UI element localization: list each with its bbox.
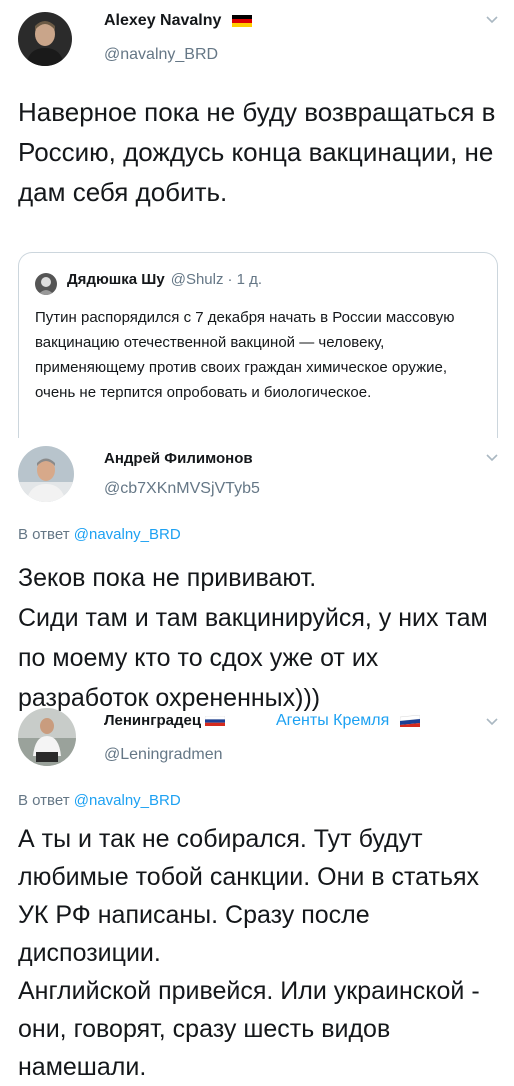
chevron-down-icon[interactable]	[484, 714, 500, 730]
tweet-text: А ты и так не собирался. Тут будут любим…	[18, 825, 480, 1081]
author-handle[interactable]: @Leningradmen	[104, 746, 223, 764]
avatar[interactable]	[18, 12, 72, 66]
author-name[interactable]: Alexey Navalny	[104, 12, 252, 30]
tweet-filimonov[interactable]: Андрей Филимонов @cb7XKnMVSjVTyb5 В отве…	[0, 440, 514, 712]
chevron-down-icon[interactable]	[484, 12, 500, 28]
quote-handle: @Shulz	[170, 271, 224, 288]
flag-russia-icon	[205, 716, 226, 727]
quoted-tweet[interactable]: Дядюшка Шу @Shulz · 1 д. Путин распорядилс…	[18, 252, 498, 438]
quote-author: Дядюшка Шу @Shulz · 1 д.	[67, 271, 263, 288]
tweet-text: Зеков пока не прививают. Сиди там и там …	[18, 564, 488, 712]
chevron-down-icon[interactable]	[484, 450, 500, 466]
reply-to-handle[interactable]: @navalny_BRD	[74, 792, 181, 809]
tweet-text: Наверное пока не буду возвращаться в Рос…	[18, 97, 496, 207]
author-name[interactable]: Ленинградец	[104, 712, 226, 729]
flag-germany-icon	[231, 14, 252, 27]
author-handle[interactable]: @navalny_BRD	[104, 46, 218, 64]
reply-to: В ответ @navalny_BRD	[18, 792, 181, 809]
quote-text: Путин распорядился с 7 декабря начать в …	[35, 309, 455, 401]
author-handle[interactable]: @cb7XKnMVSjVTyb5	[104, 480, 260, 498]
author-name[interactable]: Андрей Филимонов	[104, 450, 253, 467]
avatar[interactable]	[18, 446, 74, 502]
quote-avatar	[35, 273, 57, 295]
flag-russia-icon	[399, 714, 420, 727]
list-tag[interactable]: Агенты Кремля	[276, 712, 420, 730]
quote-time: · 1 д.	[227, 271, 263, 288]
reply-to: В ответ @navalny_BRD	[18, 526, 181, 543]
reply-to-handle[interactable]: @navalny_BRD	[74, 526, 181, 543]
tweet-leningradets[interactable]: Ленинградец Агенты Кремля @Leningradmen …	[0, 704, 514, 1081]
avatar[interactable]	[18, 708, 76, 766]
tweet-navalny[interactable]: Alexey Navalny @navalny_BRD Наверное пок…	[0, 0, 514, 440]
